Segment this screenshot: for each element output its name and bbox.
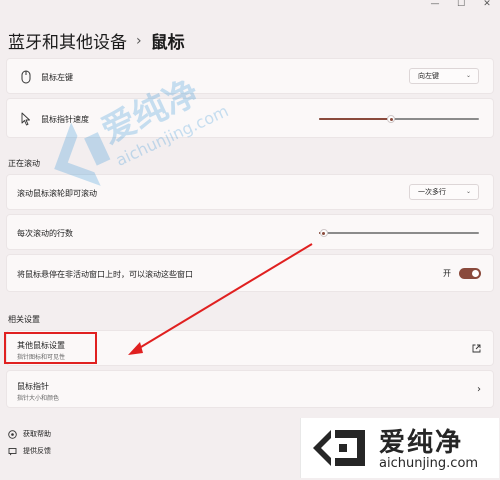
- minimize-button[interactable]: —: [422, 0, 448, 12]
- chevron-right-icon: ›: [477, 384, 481, 395]
- inactive-scroll-toggle[interactable]: [459, 268, 481, 279]
- maximize-button[interactable]: ☐: [448, 0, 474, 12]
- primary-button-value: 向左键: [418, 72, 439, 80]
- mouse-icon: [21, 70, 31, 84]
- settings-window: — ☐ ✕ 蓝牙和其他设备 › 鼠标 鼠标左键 向左键 ⌄ 鼠标指针速度 正在滚…: [0, 0, 500, 480]
- inactive-scroll-setting: 将鼠标悬停在非活动窗口上时，可以滚动这些窗口 开: [6, 254, 494, 292]
- watermark-url-text: aichunjing.com: [379, 456, 479, 471]
- pointer-icon: [21, 112, 30, 126]
- annotation-highlight-box: [4, 332, 97, 364]
- scrolling-section-title: 正在滚动: [8, 159, 40, 168]
- feedback-link[interactable]: 提供反馈: [8, 446, 51, 456]
- pointer-speed-setting: 鼠标指针速度: [6, 98, 494, 138]
- primary-button-dropdown[interactable]: 向左键 ⌄: [409, 68, 479, 84]
- scroll-mode-setting: 滚动鼠标滚轮即可滚动 一次多行 ⌄: [6, 174, 494, 210]
- watermark-brand-icon: [313, 430, 365, 466]
- get-help-label: 获取帮助: [23, 430, 51, 438]
- help-icon: [8, 429, 17, 439]
- slider-fill: [319, 118, 391, 120]
- feedback-label: 提供反馈: [23, 447, 51, 455]
- close-button[interactable]: ✕: [474, 0, 500, 12]
- pointer-speed-slider[interactable]: [319, 114, 479, 124]
- mouse-pointer-label: 鼠标指针: [17, 382, 49, 391]
- slider-track: [319, 232, 479, 234]
- page-title: 鼠标: [150, 33, 185, 53]
- scroll-lines-slider[interactable]: [319, 228, 479, 238]
- chevron-down-icon: ⌄: [465, 72, 471, 79]
- mouse-pointer-link[interactable]: 鼠标指针 指针大小和颜色 ›: [6, 370, 494, 408]
- window-controls: — ☐ ✕: [422, 0, 500, 12]
- scroll-mode-label: 滚动鼠标滚轮即可滚动: [17, 189, 97, 198]
- breadcrumb: 蓝牙和其他设备 › 鼠标: [8, 28, 185, 54]
- toggle-state-text: 开: [443, 269, 451, 278]
- scroll-lines-label: 每次滚动的行数: [17, 229, 73, 238]
- scroll-mode-value: 一次多行: [418, 188, 446, 196]
- breadcrumb-separator: ›: [136, 32, 142, 49]
- slider-thumb[interactable]: [319, 229, 328, 237]
- get-help-link[interactable]: 获取帮助: [8, 429, 51, 439]
- inactive-scroll-label: 将鼠标悬停在非活动窗口上时，可以滚动这些窗口: [17, 270, 193, 279]
- pointer-speed-label: 鼠标指针速度: [41, 115, 89, 124]
- mouse-pointer-desc: 指针大小和颜色: [17, 395, 60, 402]
- chevron-down-icon: ⌄: [465, 188, 471, 195]
- watermark-box: 爱纯净 aichunjing.com: [300, 418, 499, 478]
- primary-button-setting: 鼠标左键 向左键 ⌄: [6, 58, 494, 94]
- scroll-lines-setting: 每次滚动的行数: [6, 214, 494, 250]
- scroll-mode-dropdown[interactable]: 一次多行 ⌄: [409, 184, 479, 200]
- primary-button-label: 鼠标左键: [41, 73, 73, 82]
- external-link-icon: [472, 344, 481, 353]
- watermark-brand-text: 爱纯净: [379, 428, 464, 458]
- breadcrumb-parent[interactable]: 蓝牙和其他设备: [8, 28, 127, 53]
- feedback-icon: [8, 447, 17, 455]
- related-section-title: 相关设置: [8, 315, 40, 324]
- inactive-scroll-toggle-group: 开: [443, 268, 481, 279]
- slider-thumb[interactable]: [387, 115, 395, 123]
